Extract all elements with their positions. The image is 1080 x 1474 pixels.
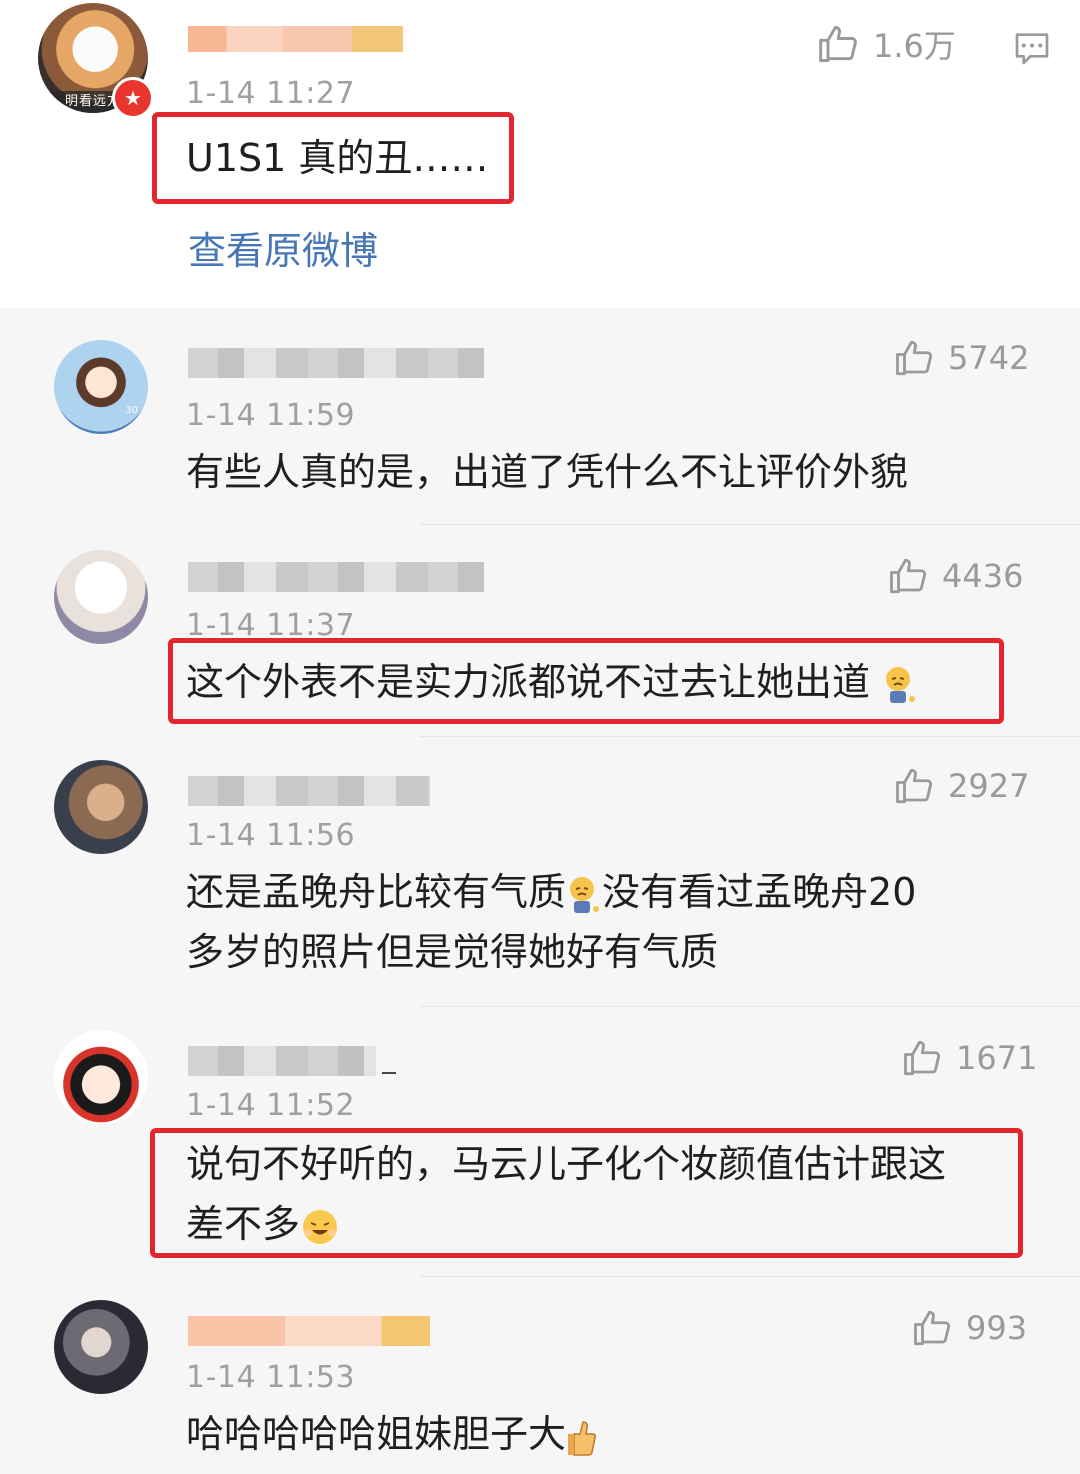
reply-like-count: 5742 [948,339,1030,377]
reply-time: 1-14 11:52 [186,1088,356,1123]
reply-time: 1-14 11:53 [186,1360,356,1395]
reply-username-blurred[interactable] [188,1046,396,1076]
reply-avatar[interactable] [54,1300,148,1394]
reply-like-count: 1671 [956,1039,1038,1077]
reply-like-count: 4436 [942,557,1024,595]
reply-like-button[interactable]: 1671 [902,1036,1037,1080]
divider [420,1006,1080,1007]
thumbs-up-icon [819,26,857,62]
reply-like-button[interactable]: 5742 [894,336,1029,380]
reply-time: 1-14 11:59 [186,398,356,433]
divider [420,1276,1080,1277]
reply-username-blurred[interactable] [188,1316,430,1346]
thumbs-up-icon [896,768,933,804]
reply-like-button[interactable]: 4436 [888,554,1023,598]
divider [420,736,1080,737]
main-comment-like-button[interactable]: 1.6万 [817,22,956,66]
highlight-box [152,112,514,204]
reply-like-count: 993 [966,1309,1028,1347]
verified-badge-icon: ★ [112,77,154,119]
reply-time: 1-14 11:56 [186,818,356,853]
reply-text: 还是孟晚舟比较有气质 没有看过孟晚舟20 多岁的照片但是觉得她好有气质 [186,862,916,982]
thumbs-up-icon [904,1040,941,1076]
reply-like-count: 2927 [948,767,1030,805]
thumbs-up-icon [890,558,927,594]
main-comment-time: 1-14 11:27 [186,76,356,111]
divider [420,524,1080,525]
reply-text-part1: 还是孟晚舟比较有气质 [186,870,567,914]
view-original-post-link[interactable]: 查看原微博 [188,220,378,275]
thumbs-up-icon [914,1310,951,1346]
reply-like-button[interactable]: 993 [912,1306,1027,1350]
main-comment-like-count: 1.6万 [873,27,956,65]
reply-avatar[interactable] [54,760,148,854]
reply-username-blurred[interactable] [188,562,484,592]
highlight-box [150,1128,1023,1258]
reply-avatar[interactable] [54,1030,148,1124]
reply-like-button[interactable]: 2927 [894,764,1029,808]
reply-text-content: 哈哈哈哈哈姐妹胆子大 [186,1412,567,1456]
reply-username-blurred[interactable] [188,348,484,378]
main-comment-username-blurred[interactable] [188,26,403,52]
reply-username-blurred[interactable] [188,776,430,806]
sad-face-emoji [570,876,600,913]
highlight-box [168,638,1004,724]
reply-text-part2: 没有看过孟晚舟20 [602,870,917,914]
reply-avatar[interactable]: 30 [54,340,148,434]
comment-icon[interactable] [1012,28,1052,72]
reply-text: 有些人真的是，出道了凭什么不让评价外貌 [186,450,909,494]
thumbs-up-emoji [568,1420,597,1456]
thumbs-up-icon [896,340,933,376]
reply-avatar[interactable] [54,550,148,644]
reply-text: 哈哈哈哈哈姐妹胆子大 [186,1404,600,1464]
reply-text-line2: 多岁的照片但是觉得她好有气质 [186,930,719,974]
